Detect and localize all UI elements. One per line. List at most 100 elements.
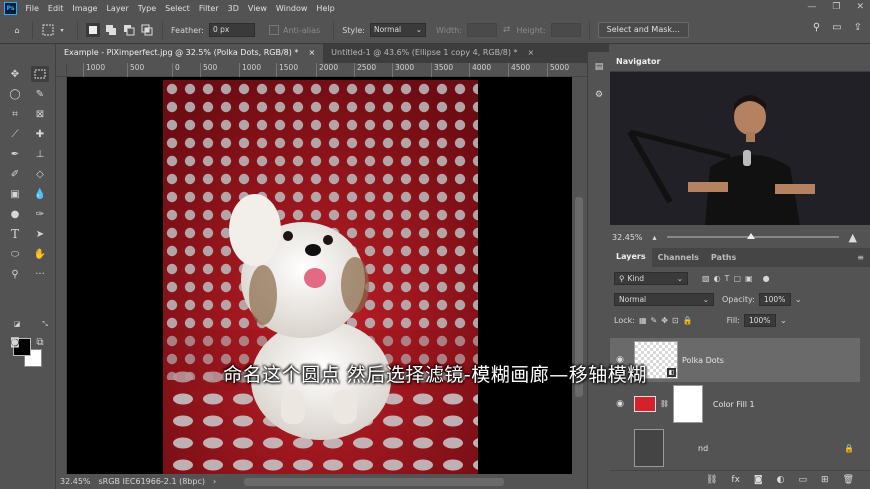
brush-tool-icon[interactable]: ✒: [6, 146, 24, 162]
link-icon[interactable]: ⛓: [660, 400, 669, 408]
close-window-button[interactable]: ✕: [856, 2, 864, 12]
antialias-checkbox[interactable]: [268, 25, 279, 35]
lock-image-icon[interactable]: ✎: [651, 316, 658, 325]
delete-layer-icon[interactable]: 🗑: [843, 475, 854, 485]
subtract-selection-icon[interactable]: [122, 23, 136, 37]
rectangular-marquee-tool-icon[interactable]: [31, 66, 49, 82]
lock-transparent-icon[interactable]: ▦: [639, 316, 647, 325]
crop-tool-icon[interactable]: ⌗: [6, 106, 24, 122]
horizontal-ruler[interactable]: 1000 500 0 500 1000 1500 2000 2500 3000 …: [67, 63, 587, 77]
vertical-scrollbar[interactable]: [572, 77, 586, 474]
layer-name[interactable]: nd: [698, 444, 708, 453]
select-and-mask-button[interactable]: Select and Mask...: [597, 22, 689, 38]
default-colors-icon[interactable]: ◪: [8, 316, 26, 332]
menu-3d[interactable]: 3D: [223, 4, 243, 13]
menu-window[interactable]: Window: [271, 4, 312, 13]
tab-example-document[interactable]: Example - PiXimperfect.jpg @ 32.5% (Polk…: [56, 44, 324, 63]
adjustment-layer-icon[interactable]: ◐: [777, 475, 785, 485]
navigator-preview[interactable]: [610, 72, 870, 225]
share-icon[interactable]: ⇪: [854, 22, 862, 33]
link-layers-icon[interactable]: ⛓: [706, 475, 717, 485]
add-selection-icon[interactable]: [104, 23, 118, 37]
tab-layers[interactable]: Layers: [610, 248, 652, 267]
type-tool-icon[interactable]: T: [6, 226, 24, 242]
menu-view[interactable]: View: [243, 4, 271, 13]
layers-scrollbar[interactable]: [860, 337, 870, 470]
search-icon[interactable]: ⚲: [813, 22, 820, 33]
tab-untitled-document[interactable]: Untitled-1 @ 43.6% (Ellipse 1 copy 4, RG…: [323, 44, 542, 63]
opacity-input[interactable]: 100%: [758, 293, 791, 306]
new-selection-icon[interactable]: [86, 23, 100, 37]
dodge-tool-icon[interactable]: ●: [6, 206, 24, 222]
panel-menu-icon[interactable]: ≡: [857, 253, 864, 262]
close-icon[interactable]: ×: [528, 48, 535, 59]
frame-tool-icon[interactable]: ⊠: [31, 106, 49, 122]
style-select[interactable]: Normal ⌄: [369, 23, 426, 37]
filter-shape-icon[interactable]: ▢: [733, 274, 741, 283]
expand-icon[interactable]: ›: [213, 477, 216, 486]
swap-colors-icon[interactable]: ⤡: [36, 316, 54, 332]
layer-row-partial[interactable]: nd 🔒: [610, 426, 860, 470]
ruler-corner[interactable]: [56, 63, 67, 77]
tab-channels[interactable]: Channels: [652, 249, 705, 266]
menu-type[interactable]: Type: [133, 4, 160, 13]
properties-panel-icon[interactable]: ⚙: [592, 88, 606, 102]
add-mask-icon[interactable]: ◙: [754, 475, 763, 485]
lasso-tool-icon[interactable]: ◯: [6, 86, 24, 102]
hand-tool-icon[interactable]: ✋: [31, 246, 49, 262]
path-selection-tool-icon[interactable]: ➤: [31, 226, 49, 242]
more-tools-icon[interactable]: ···: [31, 266, 49, 282]
lock-artboard-icon[interactable]: ⊡: [672, 316, 679, 325]
pen-tool-icon[interactable]: ✑: [31, 206, 49, 222]
menu-image[interactable]: Image: [68, 4, 102, 13]
filter-adjustment-icon[interactable]: ◐: [714, 274, 721, 283]
zoom-out-icon[interactable]: ▴: [653, 233, 657, 242]
blur-tool-icon[interactable]: 💧: [31, 186, 49, 202]
navigator-title[interactable]: Navigator: [616, 57, 660, 66]
zoom-slider[interactable]: [666, 233, 839, 239]
history-brush-tool-icon[interactable]: ✐: [6, 166, 24, 182]
clone-stamp-tool-icon[interactable]: ⊥: [31, 146, 49, 162]
height-input[interactable]: [550, 23, 581, 37]
zoom-in-icon[interactable]: ▲: [849, 231, 857, 244]
zoom-level[interactable]: 32.45%: [60, 477, 91, 486]
filter-toggle-icon[interactable]: ●: [763, 274, 770, 283]
menu-layer[interactable]: Layer: [102, 4, 133, 13]
gradient-tool-icon[interactable]: ▣: [6, 186, 24, 202]
blend-mode-select[interactable]: Normal ⌄: [614, 293, 714, 306]
quick-selection-tool-icon[interactable]: ✎: [31, 86, 49, 102]
menu-select[interactable]: Select: [161, 4, 195, 13]
move-tool-icon[interactable]: ✥: [6, 66, 24, 82]
close-icon[interactable]: ×: [308, 48, 315, 59]
chevron-down-icon[interactable]: ⌄: [795, 295, 802, 304]
vertical-ruler[interactable]: [56, 77, 67, 474]
chevron-down-icon[interactable]: ⌄: [780, 316, 787, 325]
filter-type-icon[interactable]: T: [725, 274, 730, 283]
lock-position-icon[interactable]: ✥: [661, 316, 668, 325]
filter-smart-object-icon[interactable]: ▣: [745, 274, 753, 283]
navigator-zoom-value[interactable]: 32.45%: [612, 233, 643, 242]
horizontal-scrollbar[interactable]: [244, 477, 505, 486]
healing-brush-tool-icon[interactable]: ✚: [31, 126, 49, 142]
menu-help[interactable]: Help: [312, 4, 339, 13]
minimize-button[interactable]: —: [807, 2, 816, 12]
layer-row-color-fill[interactable]: ◉ ⛓ Color Fill 1: [610, 382, 860, 426]
intersect-selection-icon[interactable]: [140, 23, 154, 37]
quick-mask-icon[interactable]: ◙: [6, 334, 24, 350]
zoom-slider-handle[interactable]: [746, 233, 755, 239]
lock-all-icon[interactable]: 🔒: [683, 316, 693, 325]
width-input[interactable]: [466, 23, 497, 37]
menu-edit[interactable]: Edit: [43, 4, 68, 13]
document-canvas[interactable]: [67, 77, 572, 474]
menu-filter[interactable]: Filter: [194, 4, 223, 13]
layer-filter-select[interactable]: ⚲ Kind ⌄: [614, 272, 688, 285]
ellipse-tool-icon[interactable]: ⬭: [6, 246, 24, 262]
tab-paths[interactable]: Paths: [705, 249, 742, 266]
maximize-button[interactable]: ❐: [832, 2, 840, 12]
screen-mode-icon[interactable]: ⧉: [31, 334, 49, 350]
layer-name[interactable]: Color Fill 1: [713, 400, 755, 409]
eye-icon[interactable]: ◉: [610, 399, 630, 409]
workspace-icon[interactable]: ▭: [832, 22, 841, 33]
swap-icon[interactable]: ⇄: [503, 25, 511, 35]
color-profile[interactable]: sRGB IEC61966-2.1 (8bpc): [99, 477, 205, 486]
